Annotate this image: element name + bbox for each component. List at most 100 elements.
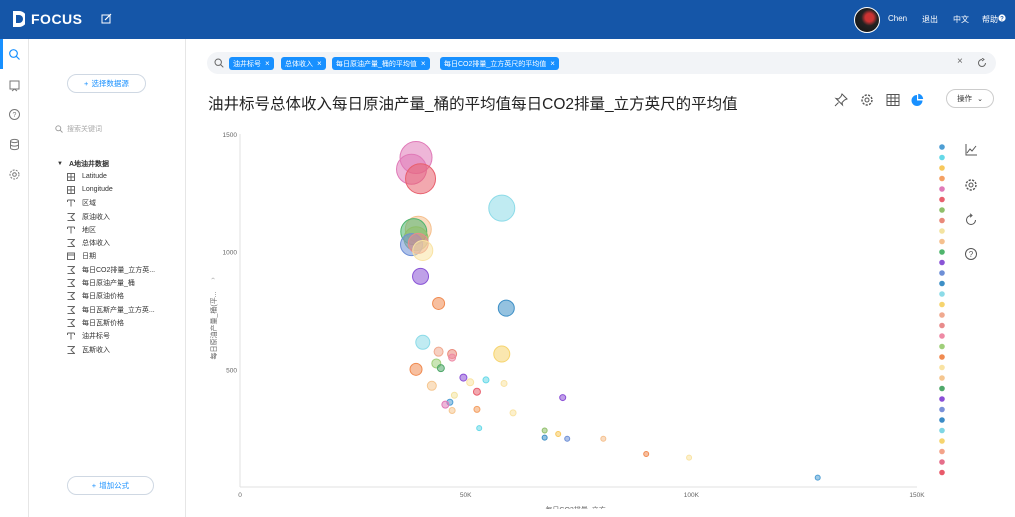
field-item[interactable]: 总体收入 — [57, 236, 155, 249]
close-icon[interactable]: × — [550, 59, 555, 68]
scatter-point[interactable] — [450, 391, 458, 399]
scatter-point[interactable] — [426, 380, 437, 391]
field-item[interactable]: 区域 — [57, 197, 155, 210]
chevron-down-icon[interactable]: ⌄ — [627, 507, 633, 509]
field-item[interactable]: 每日CO2排量_立方英... — [57, 263, 155, 276]
help-link[interactable]: 帮助 — [982, 14, 998, 25]
legend-marker — [939, 207, 945, 213]
scatter-point[interactable] — [814, 474, 821, 481]
legend-marker — [939, 228, 945, 234]
field-item[interactable]: 日期 — [57, 250, 155, 263]
scatter-point[interactable] — [600, 435, 607, 442]
field-item[interactable]: 每日瓦斯产量_立方英... — [57, 303, 155, 316]
scatter-point[interactable] — [555, 431, 562, 438]
table-icon[interactable] — [886, 93, 900, 107]
scatter-point[interactable] — [472, 387, 481, 396]
reload-icon[interactable] — [964, 213, 978, 227]
scatter-point[interactable] — [448, 407, 456, 415]
field-item[interactable]: 油井标号 — [57, 330, 155, 343]
scatter-point[interactable] — [643, 451, 650, 458]
scatter-point[interactable] — [432, 296, 446, 310]
scatter-point[interactable] — [488, 194, 516, 222]
field-item[interactable]: Latitude — [57, 170, 155, 183]
filter-tag[interactable]: 油井标号 × — [229, 57, 274, 70]
scatter-point[interactable] — [405, 163, 437, 195]
pie-chart-icon[interactable] — [910, 93, 924, 107]
scatter-point[interactable] — [459, 373, 468, 382]
field-item[interactable]: 每日原油产量_桶 — [57, 276, 155, 289]
main-area: 油井标号 × 总体收入 × 每日原油产量_桶的平均值 × 每日CO2排量_立方英尺的平… — [186, 39, 1015, 517]
avatar[interactable] — [854, 7, 880, 33]
scatter-point[interactable] — [433, 346, 444, 357]
filter-tag-label: 总体收入 — [285, 60, 313, 68]
scatter-point[interactable] — [409, 362, 423, 376]
question-icon[interactable]: ? — [8, 108, 21, 121]
scatter-point[interactable] — [559, 394, 567, 402]
settings-icon[interactable] — [8, 168, 21, 181]
help-icon[interactable]: ? — [998, 14, 1006, 22]
scatter-point[interactable] — [473, 405, 481, 413]
username[interactable]: Chen — [888, 14, 907, 23]
field-item[interactable]: 每日原油价格 — [57, 290, 155, 303]
legend-marker — [939, 385, 945, 392]
field-item[interactable]: Longitude — [57, 183, 155, 196]
y-axis-label[interactable]: 每日原油产量_桶(平... — [209, 291, 218, 359]
x-axis-label[interactable]: 每日CO2排量_立方... — [545, 505, 611, 509]
help-icon[interactable]: ? — [964, 247, 978, 261]
filter-tag[interactable]: 每日CO2排量_立方英尺的平均值 × — [440, 57, 559, 70]
filter-tag[interactable]: 总体收入 × — [281, 57, 326, 70]
scatter-point[interactable] — [497, 299, 515, 317]
logout-link[interactable]: 退出 — [922, 14, 938, 25]
scatter-point[interactable] — [448, 353, 457, 362]
search-icon — [214, 58, 224, 68]
chart-settings-icon[interactable] — [964, 178, 978, 192]
scatter-point[interactable] — [509, 409, 517, 417]
scatter-point[interactable] — [441, 400, 450, 409]
scatter-point[interactable] — [500, 379, 508, 387]
scatter-point[interactable] — [476, 425, 483, 432]
language-link[interactable]: 中文 — [953, 14, 969, 25]
settings-icon[interactable] — [860, 93, 874, 107]
scatter-point[interactable] — [564, 435, 571, 442]
pin-icon[interactable] — [834, 93, 848, 107]
legend-marker — [939, 154, 945, 161]
scatter-point[interactable] — [482, 376, 490, 384]
y-tick-label: 1000 — [223, 250, 238, 257]
scatter-point[interactable] — [686, 454, 693, 461]
focus-logo[interactable]: FOCUS — [11, 10, 83, 28]
legend-marker — [939, 144, 945, 150]
select-data-source-button[interactable]: + 选择数据源 — [67, 74, 146, 93]
field-item[interactable]: 瓦斯收入 — [57, 343, 155, 356]
x-tick-label: 50K — [460, 492, 472, 499]
chevron-right-icon[interactable]: › — [210, 277, 217, 280]
scatter-point[interactable] — [412, 239, 434, 261]
field-item[interactable]: 原油收入 — [57, 210, 155, 223]
refresh-icon[interactable] — [977, 58, 987, 68]
search-bar[interactable]: 油井标号 × 总体收入 × 每日原油产量_桶的平均值 × 每日CO2排量_立方英尺的平… — [207, 52, 996, 74]
clear-icon[interactable]: × — [957, 56, 963, 67]
scatter-chart[interactable]: 500 1000 1500 0 50K 100K 150K 每日CO2排量_立方... ⌄ 每日原… — [186, 124, 946, 509]
scatter-point[interactable] — [541, 434, 548, 441]
field-search-input[interactable]: 搜索关键词 — [55, 122, 165, 136]
field-item[interactable]: 每日瓦斯价格 — [57, 316, 155, 329]
scatter-point[interactable] — [415, 334, 431, 350]
close-icon[interactable]: × — [317, 59, 322, 68]
scatter-point[interactable] — [466, 378, 475, 387]
close-icon[interactable]: × — [421, 59, 426, 68]
scatter-point[interactable] — [541, 427, 548, 434]
actions-button[interactable]: 操作 ⌄ — [946, 89, 994, 108]
database-icon[interactable] — [8, 138, 21, 151]
search-icon[interactable] — [8, 48, 21, 61]
scatter-point[interactable] — [436, 364, 445, 373]
filter-tag[interactable]: 每日原油产量_桶的平均值 × — [332, 57, 430, 70]
close-icon[interactable]: × — [265, 59, 270, 68]
scatter-point[interactable] — [412, 267, 430, 285]
add-formula-button[interactable]: + 增加公式 — [67, 476, 154, 495]
field-item[interactable]: 地区 — [57, 223, 155, 236]
legend-marker — [939, 291, 945, 297]
board-icon[interactable] — [8, 79, 21, 92]
scatter-point[interactable] — [493, 345, 511, 363]
edit-icon[interactable] — [101, 13, 112, 24]
axis-chart-icon[interactable] — [964, 143, 978, 157]
dataset-node[interactable]: ▼ A地油井数据 — [57, 157, 155, 170]
